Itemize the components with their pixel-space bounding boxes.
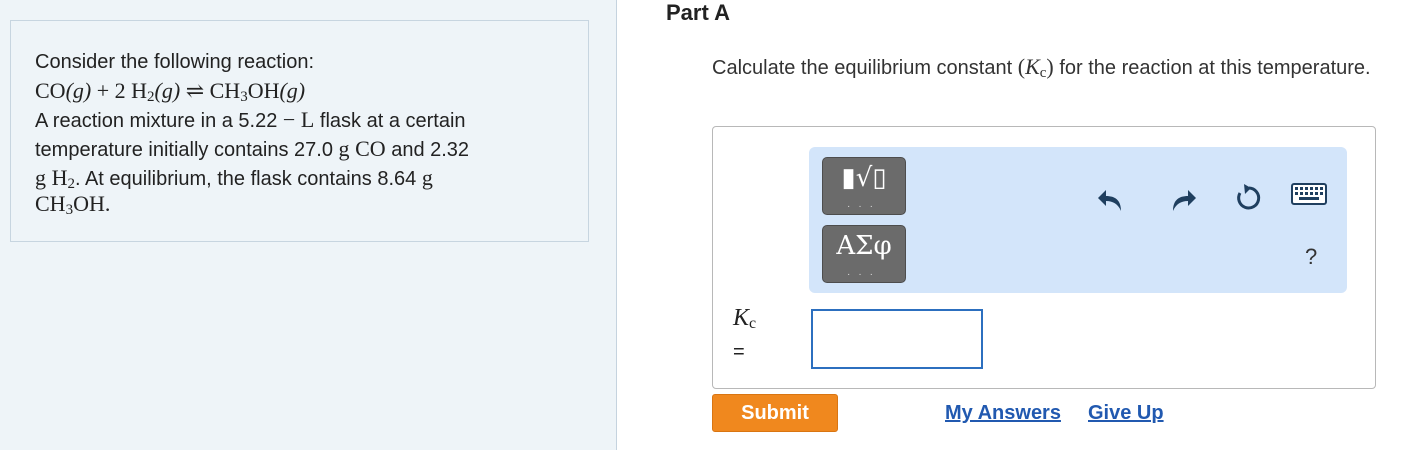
math-toolbar: ▮√▯ ··· ΑΣφ ··· ? <box>809 147 1347 293</box>
problem-intro: Consider the following reaction: <box>35 51 315 73</box>
templates-icon: ▮√▯ <box>841 163 887 193</box>
problem-line-1: A reaction mixture in a 5.22 − L flask a… <box>35 107 466 132</box>
greek-symbols-button[interactable]: ΑΣφ ··· <box>822 225 906 283</box>
help-button[interactable]: ? <box>1305 244 1317 270</box>
reaction-equation: CO(g) + 2 H2(g) ⇌ CH3OH(g) <box>35 78 306 105</box>
equilibrium-arrow: ⇌ <box>185 78 205 103</box>
keyboard-icon[interactable] <box>1291 183 1327 205</box>
reset-icon[interactable] <box>1234 183 1264 213</box>
question-text: Calculate the equilibrium constant (Kc) … <box>712 54 1371 81</box>
answer-input[interactable] <box>811 309 983 369</box>
problem-line-4: CH3OH. <box>35 191 111 218</box>
submit-button[interactable]: Submit <box>712 394 838 432</box>
answer-box: ▮√▯ ··· ΑΣφ ··· ? Kc = <box>712 126 1376 389</box>
redo-icon[interactable] <box>1169 187 1197 213</box>
part-title: Part A <box>666 0 730 25</box>
problem-line-3: g H2. At equilibrium, the flask contains… <box>35 165 433 192</box>
kc-label: Kc <box>733 305 757 332</box>
problem-line-2: temperature initially contains 27.0 g CO… <box>35 136 470 161</box>
templates-button[interactable]: ▮√▯ ··· <box>822 157 906 215</box>
left-pane: Consider the following reaction: CO(g) +… <box>0 0 617 450</box>
equals-sign: = <box>733 341 745 363</box>
my-answers-link[interactable]: My Answers <box>945 402 1061 425</box>
greek-icon: ΑΣφ <box>836 231 892 261</box>
problem-statement: Consider the following reaction: CO(g) +… <box>10 20 589 242</box>
give-up-link[interactable]: Give Up <box>1088 402 1164 425</box>
undo-icon[interactable] <box>1097 187 1125 213</box>
